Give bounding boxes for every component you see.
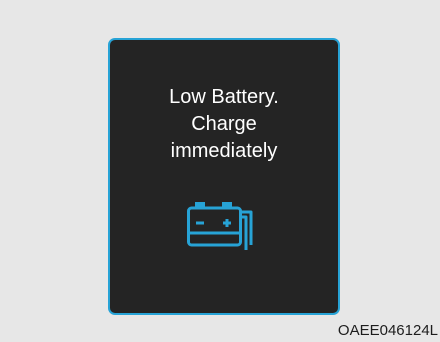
battery-warning-icon bbox=[187, 202, 253, 250]
low-battery-message: Low Battery. Charge immediately bbox=[110, 84, 338, 165]
message-line-2: Charge bbox=[191, 113, 257, 135]
message-line-1: Low Battery. bbox=[169, 86, 279, 108]
message-line-3: immediately bbox=[170, 140, 278, 162]
figure-code: OAEE046124L bbox=[337, 322, 438, 339]
cluster-display: Low Battery. Charge immediately bbox=[108, 38, 340, 315]
